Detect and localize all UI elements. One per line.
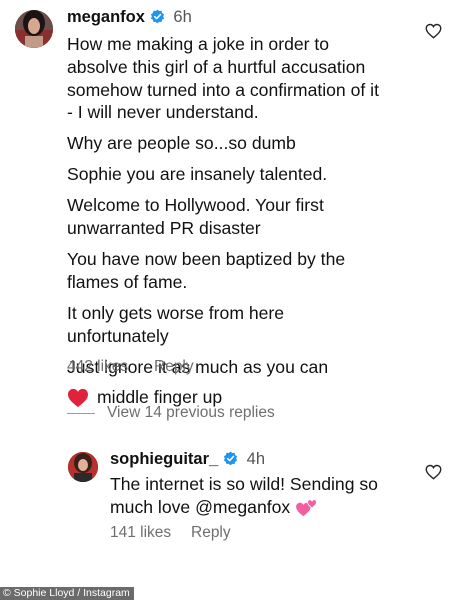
comment-text-line: flames of fame. bbox=[67, 272, 188, 292]
avatar-meganfox-image bbox=[15, 10, 53, 48]
comment-text-line: You have now been baptized by the bbox=[67, 249, 346, 269]
comment-text-line: - I will never understand. bbox=[67, 102, 259, 122]
comment-text-line: How me making a joke in order to bbox=[67, 34, 330, 54]
photo-credit: © Sophie Lloyd / Instagram bbox=[0, 587, 134, 600]
view-replies-label: View 14 previous replies bbox=[107, 404, 275, 421]
reply-header: sophieguitar_ 4h bbox=[110, 450, 265, 470]
two-hearts-emoji-icon bbox=[295, 498, 319, 518]
comment-reply-button[interactable]: Reply bbox=[154, 358, 194, 376]
comment-text-line: It only gets worse from here bbox=[67, 303, 285, 323]
comment-header: meganfox 6h bbox=[67, 8, 192, 28]
replies-divider-line bbox=[67, 412, 95, 414]
comment-text-line: Why are people so...so dumb bbox=[67, 133, 296, 153]
username-sophieguitar[interactable]: sophieguitar_ bbox=[110, 450, 218, 468]
reply-text-line: much love @meganfox bbox=[110, 497, 291, 517]
verified-badge-icon bbox=[223, 451, 238, 471]
reply-text-line: The internet is so wild! Sending so bbox=[110, 474, 378, 494]
comment-likes[interactable]: 442 likes bbox=[67, 358, 128, 376]
comment-text-line: absolve this girl of a hurtful accusatio… bbox=[67, 57, 366, 77]
reply-reply-button[interactable]: Reply bbox=[191, 524, 231, 542]
username-meganfox[interactable]: meganfox bbox=[67, 8, 145, 26]
like-heart-icon[interactable] bbox=[425, 23, 442, 39]
view-previous-replies-button[interactable]: View 14 previous replies bbox=[67, 403, 275, 423]
avatar-sophieguitar-image bbox=[68, 452, 98, 482]
reply-likes[interactable]: 141 likes bbox=[110, 524, 171, 542]
verified-badge-icon bbox=[150, 9, 165, 29]
comment-text-line: Welcome to Hollywood. Your first bbox=[67, 195, 324, 215]
like-heart-icon[interactable] bbox=[425, 464, 442, 480]
reply-text-line-with-emoji: much love @meganfox bbox=[110, 496, 319, 519]
avatar-meganfox[interactable] bbox=[15, 10, 53, 48]
comment-text-line: unwarranted PR disaster bbox=[67, 218, 261, 238]
comment-text-line: somehow turned into a confirmation of it bbox=[67, 80, 379, 100]
comment-text-line: unfortunately bbox=[67, 326, 169, 346]
reply-time: 4h bbox=[246, 450, 265, 468]
avatar-sophieguitar[interactable] bbox=[68, 452, 98, 482]
comment-text-line: Sophie you are insanely talented. bbox=[67, 164, 328, 184]
comment-time: 6h bbox=[173, 8, 192, 26]
